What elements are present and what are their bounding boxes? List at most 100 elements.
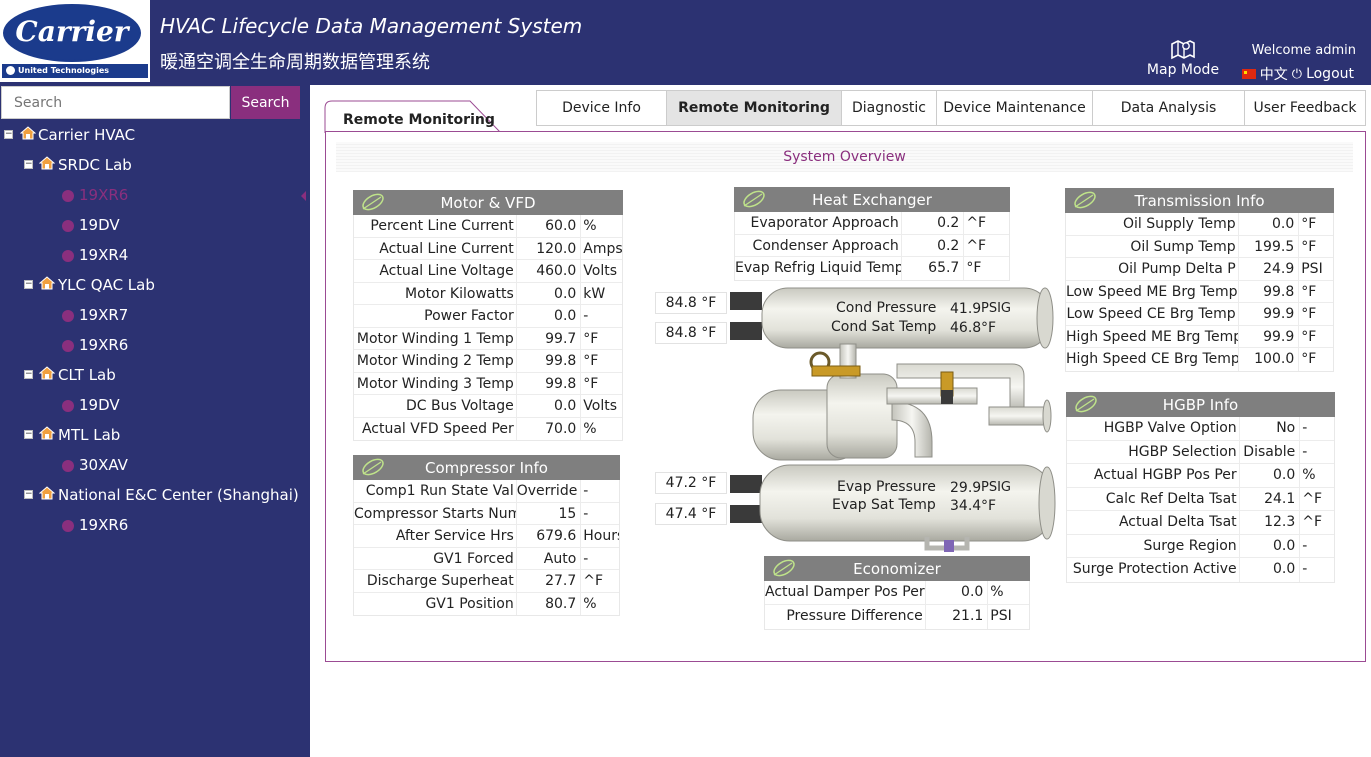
evap-pressure-unit: PSIG <box>981 480 1011 495</box>
row-value: 0.2 <box>937 237 960 254</box>
device-dot-icon <box>62 310 74 322</box>
tab-diagnostic[interactable]: Diagnostic <box>841 90 937 126</box>
data-row: DC Bus Voltage 0.0 Volts <box>354 395 622 418</box>
tree-group-clt[interactable]: − CLT Lab <box>0 360 310 390</box>
row-label: Motor Winding 3 Temp <box>354 372 517 394</box>
tree-device[interactable]: 19XR7 <box>0 300 310 330</box>
cond-water-in-temp: 84.8 °F <box>655 292 727 314</box>
tree-device-active[interactable]: 19XR6 <box>0 180 310 210</box>
row-value: 60.0 <box>545 218 577 234</box>
search-input[interactable] <box>1 86 230 119</box>
collapse-icon[interactable]: − <box>24 430 33 439</box>
collapse-icon[interactable]: − <box>24 280 33 289</box>
logout-link[interactable]: Logout <box>1306 66 1354 82</box>
data-row: Compressor Starts Num 15- <box>354 502 619 525</box>
row-value: 99.9 <box>1263 328 1295 345</box>
language-link[interactable]: 中文 <box>1260 64 1288 84</box>
evap-pressure-value: 29.9 <box>950 480 982 496</box>
tree-group-label: National E&C Center (Shanghai) <box>58 486 299 504</box>
tree-group-label: YLC QAC Lab <box>58 276 155 294</box>
row-label: GV1 Forced <box>354 547 517 569</box>
row-unit: % <box>987 581 1029 604</box>
tree-device[interactable]: 19XR6 <box>0 510 310 540</box>
tab-remote-monitoring[interactable]: Remote Monitoring <box>666 90 842 126</box>
row-value: 99.7 <box>545 330 577 347</box>
row-label: HGBP Valve Option <box>1067 417 1240 440</box>
flag-icon <box>1241 69 1256 79</box>
transmission-card: Transmission Info Oil Supply Temp 0.0 °F O… <box>1065 188 1334 372</box>
device-dot-icon <box>62 190 74 202</box>
card-header: HGBP Info <box>1066 392 1335 417</box>
collapse-icon[interactable]: − <box>24 490 33 499</box>
tree-group-mtl[interactable]: − MTL Lab <box>0 420 310 450</box>
tree-device[interactable]: 19DV <box>0 210 310 240</box>
tree-group-national[interactable]: − National E&C Center (Shanghai) <box>0 480 310 510</box>
row-label: Calc Ref Delta Tsat <box>1067 487 1240 510</box>
leaf-icon <box>743 190 765 208</box>
tab-user-feedback[interactable]: User Feedback <box>1244 90 1366 126</box>
tree-device[interactable]: 19XR4 <box>0 240 310 270</box>
tree-device[interactable]: 19DV <box>0 390 310 420</box>
tab-device-info[interactable]: Device Info <box>536 90 667 126</box>
evap-sat-temp-label: Evap Sat Temp <box>832 497 936 513</box>
leaf-icon <box>1074 191 1096 209</box>
app-title-en: HVAC Lifecycle Data Management System <box>160 14 583 38</box>
tree-group-label: CLT Lab <box>58 366 116 384</box>
row-unit: °F <box>580 350 622 372</box>
data-row: Motor Kilowatts 0.0 kW <box>354 282 622 305</box>
row-value: 460.0 <box>536 263 577 279</box>
evap-sat-temp-value: 34.4 <box>950 498 982 514</box>
row-unit: - <box>1299 558 1334 582</box>
row-value: 679.6 <box>536 528 577 544</box>
row-label: Surge Protection Active <box>1067 558 1240 582</box>
row-value: 80.7 <box>545 595 577 612</box>
row-value: 12.3 <box>1264 514 1296 530</box>
home-icon <box>20 126 36 140</box>
tree-device[interactable]: 30XAV <box>0 450 310 480</box>
data-row: Surge Region 0.0- <box>1067 534 1334 558</box>
collapse-icon[interactable]: − <box>4 130 13 139</box>
tree-root[interactable]: − Carrier HVAC <box>0 120 310 150</box>
row-unit: % <box>580 592 619 615</box>
motor-vfd-card: Motor & VFD Percent Line Current 60.0% Ac… <box>353 190 623 441</box>
tree-root-label: Carrier HVAC <box>38 126 136 144</box>
tree-group-label: MTL Lab <box>58 426 121 444</box>
row-unit: Hours <box>580 525 619 547</box>
data-row: Low Speed ME Brg Temp 99.8 °F <box>1066 280 1333 303</box>
collapse-icon[interactable]: − <box>24 370 33 379</box>
data-row: Oil Supply Temp 0.0 °F <box>1066 213 1333 236</box>
row-unit: ^F <box>963 234 1009 256</box>
data-table: Evaporator Approach 0.2 ^F Condenser Appro… <box>734 212 1010 281</box>
data-row: Actual Damper Pos Per 0.0% <box>765 581 1029 605</box>
device-dot-icon <box>62 340 74 352</box>
active-tab-label[interactable]: Remote Monitoring <box>343 112 495 128</box>
tree-group-ylc[interactable]: − YLC QAC Lab <box>0 270 310 300</box>
search-button[interactable]: Search <box>231 86 300 119</box>
map-mode-label: Map Mode <box>1146 62 1220 78</box>
tab-data-analysis[interactable]: Data Analysis <box>1092 90 1245 126</box>
device-dot-icon <box>62 250 74 262</box>
row-unit: PSI <box>1298 258 1333 280</box>
cond-pressure-label: Cond Pressure <box>836 300 937 316</box>
tree-device[interactable]: 19XR6 <box>0 330 310 360</box>
device-dot-icon <box>62 460 74 472</box>
tab-device-maintenance[interactable]: Device Maintenance <box>936 90 1093 126</box>
row-label: Actual Line Current <box>354 237 517 259</box>
card-title: HGBP Info <box>1162 396 1239 414</box>
collapse-icon[interactable]: − <box>24 160 33 169</box>
data-table: HGBP Valve Option No - HGBP Selection Disab… <box>1066 417 1335 583</box>
row-unit: % <box>580 215 622 237</box>
row-label: Evaporator Approach <box>735 212 902 234</box>
evap-pressure-label: Evap Pressure <box>837 479 936 495</box>
row-unit: - <box>1299 417 1334 440</box>
row-value: 70.0 <box>545 420 577 437</box>
tree-group-srdc[interactable]: − SRDC Lab <box>0 150 310 180</box>
card-title: Economizer <box>853 560 941 578</box>
tab-bar: Device Info Remote Monitoring Diagnostic… <box>536 90 1366 126</box>
cond-sat-temp-unit: °F <box>981 320 997 336</box>
map-mode-button[interactable]: Map Mode <box>1140 38 1226 78</box>
data-row: Actual VFD Speed Per 70.0% <box>354 417 622 440</box>
home-icon <box>39 486 55 500</box>
card-title: Motor & VFD <box>440 194 536 212</box>
device-tree: − Carrier HVAC − SRDC Lab 19XR6 19DV 19X… <box>0 120 310 540</box>
